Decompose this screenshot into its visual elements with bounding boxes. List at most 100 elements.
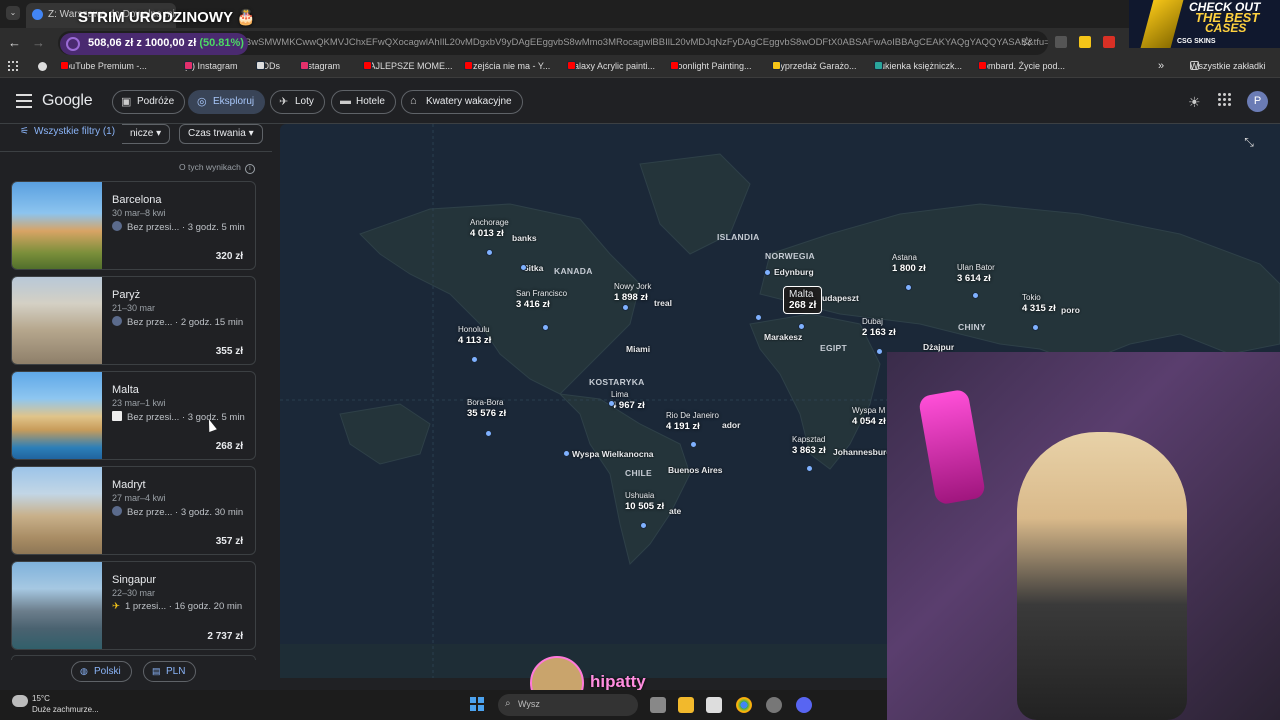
bookmark-item[interactable]: (2) Instagram — [184, 61, 238, 71]
donation-amount: 508,06 zł z 1000,00 zł — [88, 37, 197, 49]
destination-price: 268 zł — [215, 441, 243, 452]
destination-image — [12, 562, 102, 649]
map-pin-new-york[interactable]: Nowy Jork 1 898 zł — [610, 281, 655, 303]
map-dot[interactable] — [806, 465, 813, 472]
map-dot[interactable] — [542, 324, 549, 331]
region-label: CHINY — [958, 322, 986, 332]
bookmark-item[interactable]: Galaxy Acrylic painti... — [567, 61, 655, 71]
about-results-link[interactable]: O tych wynikach i — [179, 162, 255, 174]
bookmark-item[interactable]: Przejścia nie ma - Y... — [464, 61, 550, 71]
city-label: Edynburg — [774, 267, 814, 277]
map-dot[interactable] — [485, 430, 492, 437]
map-dot[interactable] — [622, 304, 629, 311]
filter-dropdown-duration[interactable]: Czas trwania ▾ — [179, 124, 263, 144]
destination-card-madrid[interactable]: Madryt 27 mar–4 kwi Bez prze... · 3 godz… — [11, 466, 256, 555]
chip-hotels[interactable]: ▬ Hotele — [331, 90, 396, 114]
file-explorer-icon[interactable] — [678, 697, 694, 713]
filters-row: ⚟ Wszystkie filtry (1) nicze ▾ Czas trwan… — [0, 124, 272, 148]
back-icon[interactable]: ← — [8, 35, 21, 50]
bookmark-item[interactable]: Instagram — [300, 61, 340, 71]
map-dot[interactable] — [640, 522, 647, 529]
destination-price: 355 zł — [215, 346, 243, 357]
filter-dropdown-stops[interactable]: nicze ▾ — [122, 124, 171, 144]
destination-card-barcelona[interactable]: Barcelona 30 mar–8 kwi Bez przesi... · 3… — [11, 181, 256, 270]
destination-card-malta[interactable]: Malta 23 mar–1 kwi Bez przesi... · 3 god… — [11, 371, 256, 460]
bookmark-item[interactable]: NAJLEPSZE MOME... — [363, 61, 453, 71]
bookmark-item[interactable]: YouTube Premium -... — [60, 61, 147, 71]
more-bookmarks-icon[interactable]: » — [1158, 60, 1164, 72]
avatar[interactable]: P — [1247, 91, 1268, 112]
map-pin-dubai[interactable]: Dubaj 2 163 zł — [858, 316, 900, 338]
windows-start-icon[interactable] — [470, 697, 484, 711]
google-logo[interactable]: Google — [42, 92, 93, 110]
currency-button[interactable]: ▤ PLN — [143, 661, 197, 682]
map-dot[interactable] — [608, 400, 615, 407]
google-apps-icon[interactable] — [1218, 93, 1232, 107]
app-icon[interactable] — [766, 697, 782, 713]
map-pin-astana[interactable]: Astana 1 800 zł — [888, 252, 930, 274]
ad-text: CASES — [1205, 21, 1247, 35]
map-dot[interactable] — [905, 284, 912, 291]
map-pin-anchorage[interactable]: Anchorage 4 013 zł — [466, 217, 513, 239]
map-dot[interactable] — [798, 323, 805, 330]
extension-icon[interactable] — [1055, 36, 1067, 48]
task-view-icon[interactable] — [650, 697, 666, 713]
city-label: Johannesburg — [833, 447, 892, 457]
language-button[interactable]: ◍ Polski — [71, 661, 132, 682]
map-pin-malta-selected[interactable]: Malta 268 zł — [783, 286, 823, 314]
map-pin-rio-de-janeiro[interactable]: Rio De Janeiro 4 191 zł — [662, 410, 723, 432]
forward-icon[interactable]: → — [32, 35, 45, 50]
theme-sun-icon[interactable]: ☀ — [1188, 94, 1201, 111]
search-icon: ⌕ — [505, 698, 511, 709]
bookmark-item[interactable]: VODs — [256, 61, 280, 71]
menu-icon[interactable] — [16, 94, 32, 108]
bookmark-item[interactable]: Moonlight Painting... — [670, 61, 752, 71]
map-dot[interactable] — [563, 450, 570, 457]
map-dot[interactable] — [690, 441, 697, 448]
all-filters-button[interactable]: ⚟ Wszystkie filtry (1) — [20, 126, 115, 137]
map-dot[interactable] — [972, 292, 979, 299]
chip-flights[interactable]: ✈ Loty — [270, 90, 325, 114]
map-dot[interactable] — [486, 249, 493, 256]
discord-icon[interactable] — [796, 697, 812, 713]
extension-icon[interactable] — [1079, 36, 1091, 48]
destination-card-singapore[interactable]: Singapur 22–30 mar ✈ 1 przesi... · 16 god… — [11, 561, 256, 650]
chip-vacation-rentals[interactable]: ⌂ Kwatery wakacyjne — [401, 90, 523, 114]
ad-brand: CSG SKINS — [1177, 38, 1216, 45]
tab-list-button[interactable]: ⌄ — [6, 6, 20, 20]
url-text: CBwSMWMKCwwQKMVJChxEFwQXocagwlAhIlL20vMD… — [238, 37, 1048, 48]
map-pin-san-francisco[interactable]: San Francisco 3 416 zł — [512, 288, 571, 310]
bookmark-item[interactable]: Wyprzedaż Garażo... — [772, 61, 856, 71]
map-pin-mauritius[interactable]: Wyspa M4 054 zł — [848, 405, 890, 427]
bookmark-star-icon[interactable]: ☆ — [1021, 34, 1033, 50]
map-dot[interactable] — [755, 314, 762, 321]
map-pin-cape-town[interactable]: Kapsztad 3 863 zł — [788, 434, 830, 456]
chrome-icon[interactable] — [736, 697, 752, 713]
bookmark-item[interactable]: Sukienka księżniczk... — [874, 61, 962, 71]
map-dot[interactable] — [520, 264, 527, 271]
map-dot[interactable] — [876, 348, 883, 355]
exit-fullscreen-icon[interactable]: ⤡ — [1241, 134, 1257, 150]
extension-icon[interactable] — [1103, 36, 1115, 48]
region-label: KANADA — [554, 266, 593, 276]
store-icon[interactable] — [706, 697, 722, 713]
map-pin-tokyo[interactable]: Tokio 4 315 zł — [1018, 292, 1060, 314]
airline-logo-icon — [112, 411, 122, 421]
map-pin-bora-bora[interactable]: Bora-Bora 35 576 zł — [463, 397, 510, 419]
weather-widget[interactable]: 15°C Duże zachmurze... — [12, 693, 99, 715]
all-bookmarks-folder[interactable]: Wszystkie zakładki — [1190, 61, 1266, 71]
map-pin-ulan-bator[interactable]: Ulan Bator 3 614 zł — [953, 262, 999, 284]
apps-grid-icon[interactable] — [8, 61, 18, 71]
map-dot[interactable] — [1032, 324, 1039, 331]
taskbar-search[interactable]: ⌕ Wysz — [498, 694, 638, 716]
map-pin-honolulu[interactable]: Honolulu 4 113 zł — [454, 324, 495, 346]
city-label: Dżajpur — [923, 342, 955, 352]
bookmark-item[interactable]: Lombard. Życie pod... — [978, 61, 1065, 71]
chip-explore[interactable]: ◎ Eksploruj — [188, 90, 266, 114]
chip-travel[interactable]: ▣ Podróże — [112, 90, 186, 114]
map-pin-ushuaia[interactable]: Ushuaia 10 505 zł — [621, 490, 668, 512]
map-dot[interactable] — [471, 356, 478, 363]
destination-card-paris[interactable]: Paryż 21–30 mar Bez prze... · 2 godz. 15… — [11, 276, 256, 365]
steam-icon[interactable] — [38, 62, 47, 71]
map-dot[interactable] — [764, 269, 771, 276]
